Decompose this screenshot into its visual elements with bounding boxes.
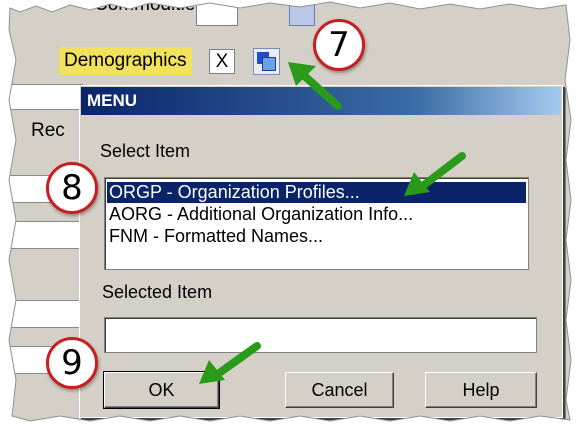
- arrow-to-menu-button-icon: [288, 62, 342, 110]
- callout-9: 9: [46, 337, 98, 389]
- callout-8: 8: [46, 162, 98, 214]
- arrow-to-ok-button-icon: [199, 342, 261, 384]
- screenshot: Commodities Demographics X Rec MENU Sele…: [0, 0, 576, 428]
- arrow-to-orgp-item-icon: [404, 152, 466, 196]
